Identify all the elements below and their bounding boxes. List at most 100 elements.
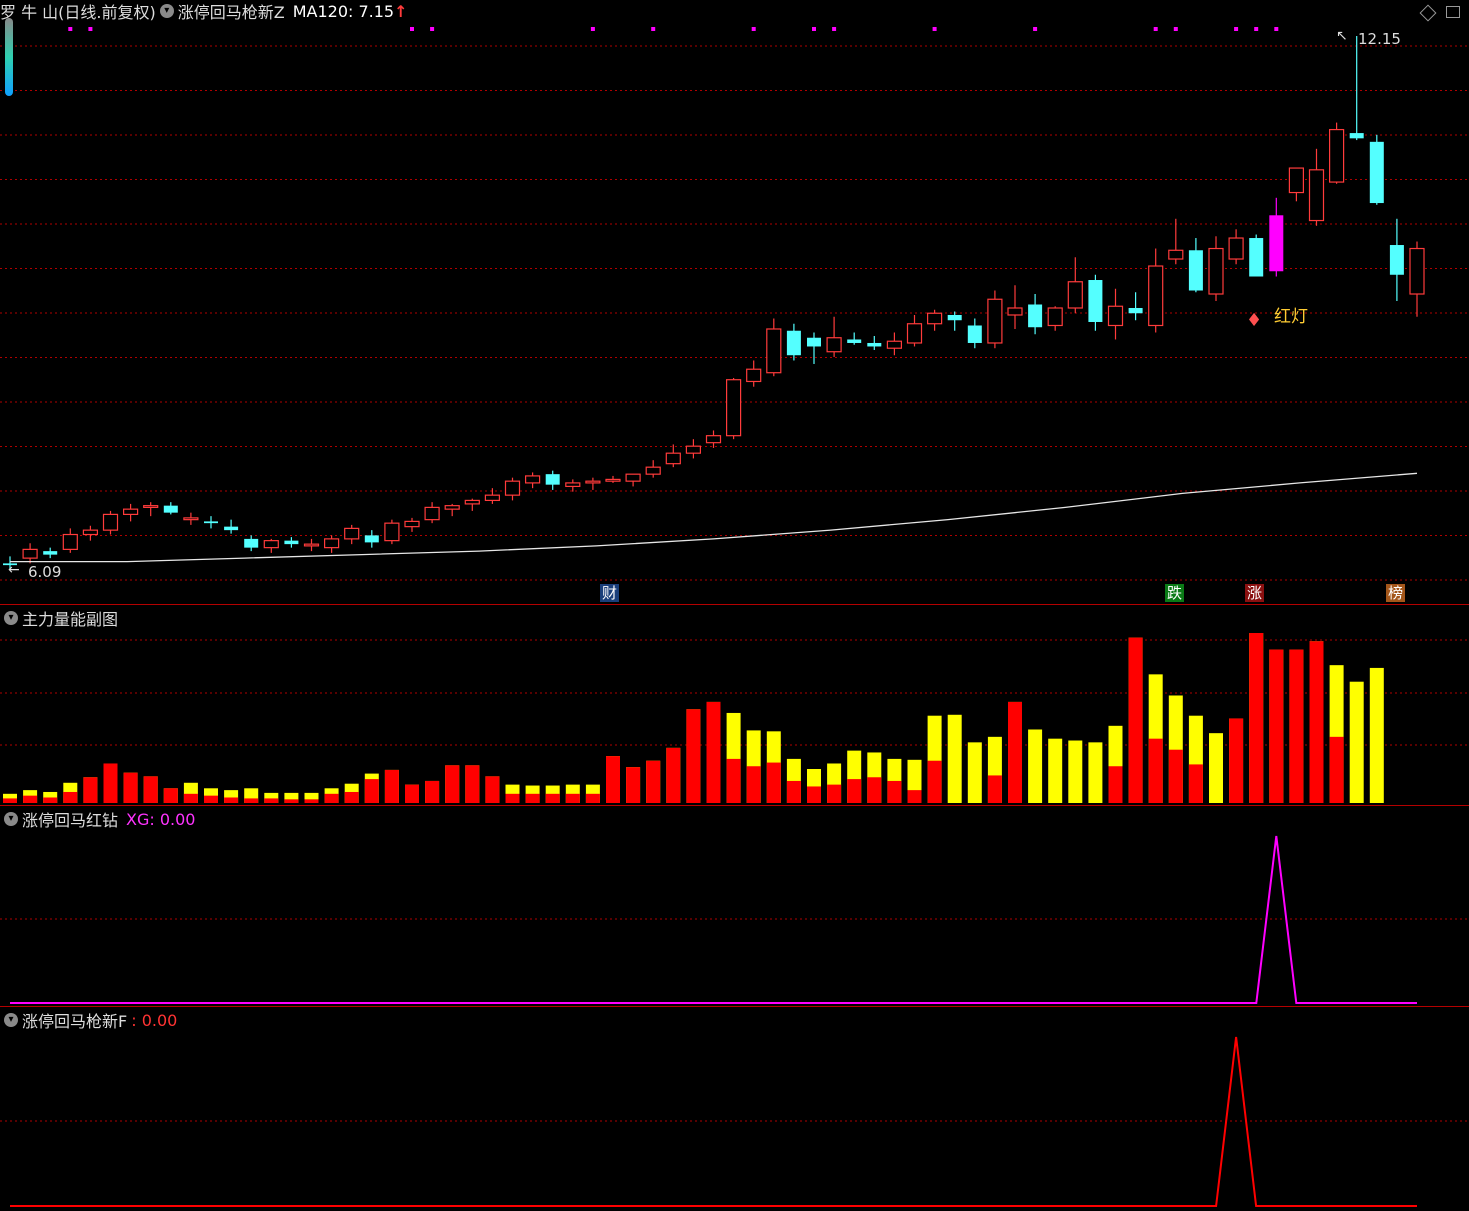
- event-tag-list[interactable]: 榜: [1386, 584, 1406, 602]
- ma120-line: [10, 472, 1418, 563]
- volume-bar-red: [585, 793, 600, 803]
- volume-pane[interactable]: ▾ 主力量能副图: [0, 605, 1469, 805]
- candle-body-up: [906, 323, 923, 344]
- volume-bar-red: [63, 791, 78, 803]
- candle-body-up: [1007, 307, 1023, 316]
- chevron-down-icon[interactable]: ▾: [4, 611, 18, 625]
- candle-body-down: [364, 535, 379, 543]
- candle-body-up: [1228, 237, 1244, 260]
- volume-bar-red: [183, 793, 198, 803]
- signal-candle-body: [1269, 215, 1284, 272]
- volume-bar-red: [746, 766, 761, 803]
- main-pane-header: 罗 牛 山(日线.前复权) ▾ 涨停回马枪新Z MA120: 7.15 ↑: [0, 0, 408, 23]
- gun-signal-chart[interactable]: [0, 1007, 1469, 1211]
- candle-body-down: [1389, 245, 1404, 275]
- candle-body-up: [143, 505, 159, 509]
- volume-bar-red: [244, 798, 259, 803]
- volume-bar-red: [384, 769, 399, 803]
- volume-pane-title: 主力量能副图: [22, 610, 119, 629]
- candle-body-down: [847, 339, 862, 343]
- candle-body-up: [605, 478, 621, 482]
- event-tag-finance[interactable]: 财: [600, 584, 620, 602]
- volume-bar-red: [344, 791, 359, 803]
- volume-bar-red: [1269, 649, 1284, 803]
- signal-dot: [590, 27, 595, 31]
- signal-dot: [1254, 27, 1259, 31]
- candle-body-up: [404, 520, 420, 528]
- candle-body-up: [665, 452, 681, 465]
- candle-body-up: [585, 480, 601, 484]
- signal-label: 红灯: [1274, 307, 1308, 327]
- up-arrow-icon: ↑: [394, 1, 408, 21]
- volume-bar-yellow: [1068, 740, 1083, 803]
- indicator-name: 涨停回马枪新Z: [177, 3, 285, 22]
- main-chart-pane[interactable]: 罗 牛 山(日线.前复权) ▾ 涨停回马枪新Z MA120: 7.15 ↑ 12…: [0, 0, 1469, 604]
- diamond-value: XG: 0.00: [126, 809, 196, 829]
- volume-bar-red: [606, 756, 620, 803]
- volume-bar-red: [445, 765, 460, 803]
- candle-body-up: [685, 445, 702, 454]
- chevron-down-icon[interactable]: ▾: [4, 812, 18, 826]
- volume-bars-chart[interactable]: [0, 605, 1469, 805]
- stock-title: 罗 牛 山(日线.前复权): [0, 3, 156, 22]
- volume-bar-red: [505, 793, 520, 803]
- candle-body-up: [1288, 167, 1305, 194]
- volume-bar-red: [1229, 718, 1244, 803]
- candle-body-down: [1188, 250, 1203, 291]
- candle-body-up: [766, 328, 782, 374]
- volume-bar-yellow: [1369, 667, 1384, 803]
- volume-bar-red: [766, 762, 781, 803]
- candle-body-up: [324, 538, 340, 549]
- candle-body-up: [926, 312, 943, 325]
- diamond-pane-title: 涨停回马红钻: [22, 811, 119, 830]
- candle-body-up: [1168, 249, 1184, 260]
- volume-bar-red: [1128, 637, 1143, 803]
- volume-bar-red: [1329, 736, 1344, 803]
- volume-bar-red: [525, 793, 540, 803]
- volume-bar-yellow: [1349, 681, 1364, 803]
- diamond-pane[interactable]: ▾ 涨停回马红钻 XG: 0.00: [0, 806, 1469, 1006]
- event-tag-fall[interactable]: 跌: [1165, 584, 1185, 602]
- candle-body-up: [1208, 247, 1224, 295]
- volume-bar-red: [646, 760, 661, 803]
- volume-bar-red: [143, 776, 158, 803]
- chevron-down-icon[interactable]: ▾: [4, 1013, 18, 1027]
- volume-bar-red: [224, 797, 239, 803]
- signal-dot: [410, 27, 414, 31]
- volume-bar-red: [1309, 641, 1324, 803]
- volume-bar-red: [405, 784, 419, 803]
- chevron-down-icon[interactable]: ▾: [159, 4, 174, 18]
- candle-body-down: [284, 540, 299, 545]
- candle-body-up: [303, 543, 320, 547]
- candlestick-chart[interactable]: [0, 0, 1469, 604]
- volume-bar-red: [465, 765, 480, 803]
- low-price-label: 6.09: [28, 563, 62, 581]
- signal-dot: [651, 27, 656, 31]
- candle-body-up: [1047, 307, 1063, 327]
- volume-bar-red: [786, 780, 801, 803]
- volume-bar-red: [123, 772, 138, 803]
- candle-body-down: [1028, 304, 1043, 328]
- volume-bar-red: [987, 775, 1002, 803]
- volume-bar-red: [626, 767, 641, 803]
- diamond-signal-chart[interactable]: [0, 806, 1469, 1006]
- signal-dot: [1153, 27, 1158, 31]
- candle-body-up: [725, 379, 742, 437]
- event-tag-rise[interactable]: 涨: [1245, 584, 1265, 602]
- candle-body-up: [183, 517, 199, 521]
- volume-bar-red: [204, 795, 218, 803]
- candle-body-down: [807, 337, 821, 347]
- volume-bar-yellow: [1088, 742, 1103, 803]
- candle-body-up: [565, 482, 581, 488]
- signal-dot: [430, 27, 435, 31]
- candle-body-up: [1328, 128, 1345, 183]
- candle-body-down: [545, 474, 560, 485]
- window-icon[interactable]: [1446, 6, 1460, 18]
- volume-bar-red: [847, 779, 862, 803]
- candle-body-up: [826, 337, 842, 353]
- volume-bar-red: [264, 798, 279, 803]
- volume-bar-red: [686, 709, 701, 803]
- candle-body-down: [786, 330, 801, 356]
- gun-pane[interactable]: ▾ 涨停回马枪新F : 0.00: [0, 1007, 1469, 1211]
- volume-bar-red: [23, 795, 38, 803]
